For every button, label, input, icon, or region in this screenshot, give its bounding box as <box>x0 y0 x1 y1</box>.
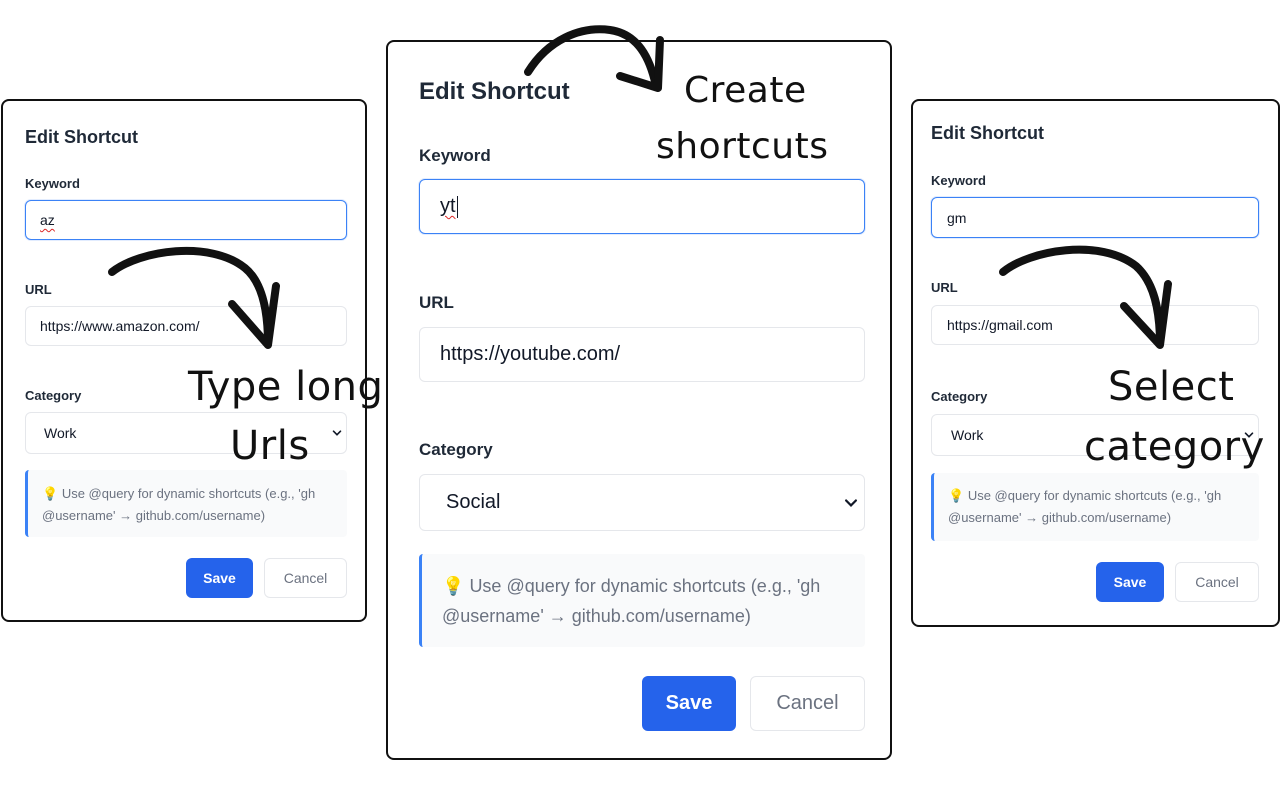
hint-box: 💡 Use @query for dynamic shortcuts (e.g.… <box>25 470 347 537</box>
lightbulb-icon: 💡 <box>442 576 465 596</box>
keyword-label: Keyword <box>25 176 80 191</box>
cancel-button[interactable]: Cancel <box>264 558 347 598</box>
hint-text: Use @query for dynamic shortcuts (e.g., … <box>42 486 316 523</box>
url-label: URL <box>931 280 958 295</box>
keyword-value: yt <box>440 195 456 217</box>
url-value: https://youtube.com/ <box>440 343 621 365</box>
keyword-value: gm <box>947 209 967 226</box>
keyword-input[interactable]: az <box>25 200 347 240</box>
category-value: Work <box>951 427 984 443</box>
keyword-label: Keyword <box>931 173 986 188</box>
dialog-title: Edit Shortcut <box>931 123 1044 143</box>
url-label: URL <box>25 282 52 297</box>
keyword-input[interactable]: yt <box>419 179 865 234</box>
save-button[interactable]: Save <box>642 676 736 731</box>
hint-text: Use @query for dynamic shortcuts (e.g., … <box>442 576 821 626</box>
annotation-right-line1: Select <box>1108 364 1235 410</box>
hint-text: Use @query for dynamic shortcuts (e.g., … <box>948 488 1222 525</box>
dialog-title: Edit Shortcut <box>25 127 138 147</box>
category-label: Category <box>25 388 82 403</box>
url-input[interactable]: https://gmail.com <box>931 305 1259 345</box>
url-input[interactable]: https://www.amazon.com/ <box>25 306 347 346</box>
annotation-left-line2: Urls <box>230 423 310 469</box>
url-label: URL <box>419 293 454 312</box>
chevron-down-icon <box>332 430 342 436</box>
lightbulb-icon: 💡 <box>42 486 59 501</box>
category-label: Category <box>931 389 988 404</box>
url-value: https://www.amazon.com/ <box>40 318 200 334</box>
save-button[interactable]: Save <box>186 558 253 598</box>
category-select[interactable]: Social <box>419 474 865 531</box>
category-value: Work <box>44 425 77 441</box>
annotation-center-line1: Create <box>684 70 807 111</box>
url-value: https://gmail.com <box>947 317 1053 333</box>
edit-shortcut-dialog-left: Edit Shortcut Keyword az URL https://www… <box>1 99 367 622</box>
cancel-button[interactable]: Cancel <box>1175 562 1259 602</box>
annotation-left-line1: Type long <box>188 364 384 410</box>
text-caret <box>456 195 458 218</box>
category-value: Social <box>446 491 501 513</box>
url-input[interactable]: https://youtube.com/ <box>419 327 865 382</box>
keyword-label: Keyword <box>419 146 491 165</box>
edit-shortcut-dialog-right: Edit Shortcut Keyword gm URL https://gma… <box>911 99 1280 627</box>
dialog-title: Edit Shortcut <box>419 78 570 105</box>
annotation-center-line2: shortcuts <box>656 126 829 167</box>
category-label: Category <box>419 440 493 459</box>
cancel-button[interactable]: Cancel <box>750 676 865 731</box>
keyword-input[interactable]: gm <box>931 197 1259 238</box>
hint-box: 💡 Use @query for dynamic shortcuts (e.g.… <box>931 473 1259 541</box>
keyword-value: az <box>40 212 55 228</box>
chevron-down-icon <box>844 498 858 507</box>
hint-box: 💡 Use @query for dynamic shortcuts (e.g.… <box>419 554 865 647</box>
annotation-right-line2: category <box>1084 424 1265 470</box>
save-button[interactable]: Save <box>1096 562 1164 602</box>
lightbulb-icon: 💡 <box>948 488 965 503</box>
